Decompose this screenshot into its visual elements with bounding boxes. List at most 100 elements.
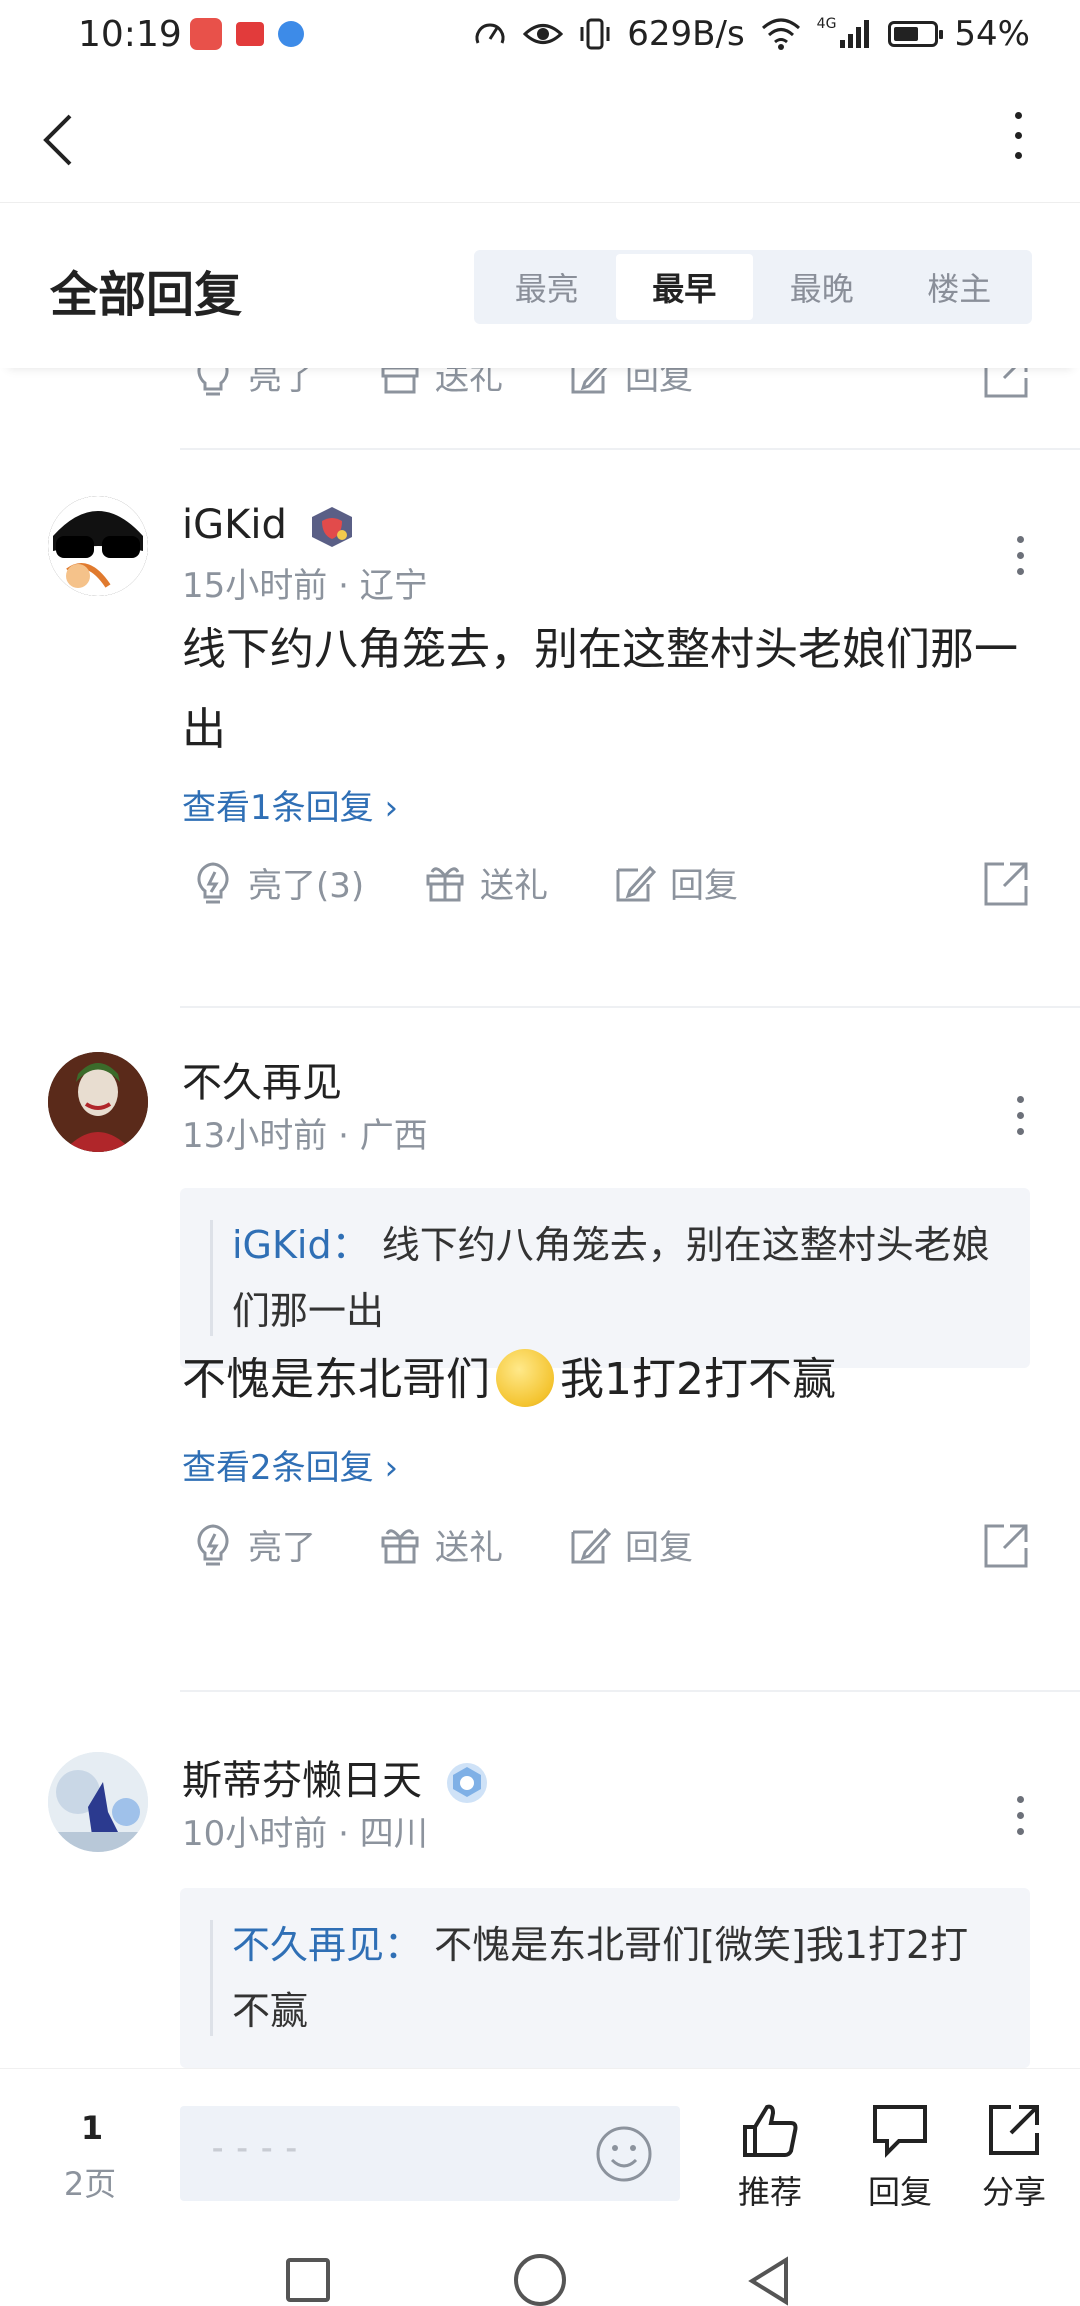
comment-feed: 亮了 送礼 回复 iGKid 15小时前 · 辽宁 线下约八角笼去，别在这整村头… <box>0 368 1080 2068</box>
username[interactable]: 斯蒂芬懒日天 <box>182 1748 493 1807</box>
comment-meta: 13小时前 · 广西 <box>182 1108 428 1157</box>
gift-icon <box>381 1528 419 1563</box>
reply-bottom-button[interactable]: 回复 <box>868 2099 932 2213</box>
lightbulb-icon <box>197 861 229 903</box>
view-replies-link[interactable]: 查看2条回复 › <box>182 1440 398 1489</box>
gift-button[interactable]: 送礼 <box>422 858 548 907</box>
like-button[interactable]: 亮了 <box>190 1520 316 1569</box>
bottom-bar: 1 2页 ⁃ ⁃ ⁃ ⁃ 推荐 回复 分享 <box>0 2068 1080 2219</box>
comment-region: 四川 <box>359 1814 428 1854</box>
wifi-icon <box>761 18 800 50</box>
tab-latest[interactable]: 最晚 <box>753 254 891 320</box>
partial-like-button[interactable]: 亮了 <box>190 368 316 399</box>
quoted-reply[interactable]: 不久再见： 不愧是东北哥们[微笑]我1打2打不赢 <box>180 1888 1030 2068</box>
partial-share-icon[interactable] <box>980 368 1032 402</box>
comment-region: 广西 <box>359 1116 428 1156</box>
meta-separator: · <box>338 1116 360 1156</box>
comment-content: 线下约八角笼去，别在这整村头老娘们那一出 <box>182 624 1018 755</box>
replies-header: 全部回复 最亮 最早 最晚 楼主 <box>0 203 1080 368</box>
comment-more-icon[interactable] <box>1010 1096 1030 1135</box>
divider <box>180 1006 1080 1008</box>
gift-label: 送礼 <box>435 1528 503 1568</box>
comment-text-part2: 我1打2打不赢 <box>560 1354 836 1405</box>
comment-time: 15小时前 <box>182 566 328 606</box>
partial-reply-button[interactable]: 回复 <box>567 368 693 399</box>
smile-emoji-icon <box>496 1349 554 1407</box>
battery-level: 54% <box>954 14 1030 54</box>
share-icon[interactable] <box>980 858 1032 910</box>
page-current[interactable]: 1 <box>62 2109 122 2147</box>
gift-label: 送礼 <box>480 866 548 906</box>
vibrate-icon <box>580 18 610 50</box>
view-replies-label: 查看1条回复 <box>182 788 374 828</box>
back-nav-icon[interactable] <box>744 2256 794 2306</box>
recommend-button[interactable]: 推荐 <box>738 2099 802 2213</box>
lightbulb-icon <box>197 368 229 395</box>
comment-icon <box>873 2105 927 2158</box>
home-nav-icon[interactable] <box>514 2254 566 2306</box>
status-right: 629B/s 4G 54% <box>473 14 1030 54</box>
comment-more-icon[interactable] <box>1010 536 1030 575</box>
reply-input-placeholder: ⁃ ⁃ ⁃ ⁃ <box>210 2134 299 2169</box>
username[interactable]: iGKid <box>182 502 356 549</box>
divider <box>180 1690 1080 1692</box>
emoji-icon[interactable] <box>594 2124 654 2184</box>
lightbulb-icon <box>197 1523 229 1565</box>
book-app-icon <box>236 22 264 46</box>
username-text: 斯蒂芬懒日天 <box>182 1758 422 1804</box>
battery-icon <box>888 21 944 47</box>
network-type: 4G <box>816 16 837 32</box>
partial-gift-button[interactable]: 送礼 <box>377 368 503 399</box>
comment-time: 13小时前 <box>182 1116 328 1156</box>
share-button[interactable]: 分享 <box>982 2099 1046 2213</box>
avatar[interactable] <box>48 1052 148 1152</box>
edit-icon <box>571 368 607 393</box>
partial-reply-label: 回复 <box>625 368 693 398</box>
avatar[interactable] <box>48 1752 148 1852</box>
username-text: iGKid <box>182 502 287 548</box>
network-speed: 629B/s <box>627 14 745 54</box>
like-label: 亮了 <box>248 1528 316 1568</box>
action-row: 亮了(3) 送礼 回复 <box>182 858 1032 918</box>
chevron-right-icon: › <box>384 1448 399 1488</box>
avatar-image <box>48 1752 148 1852</box>
reply-button[interactable]: 回复 <box>567 1520 693 1569</box>
recents-nav-icon[interactable] <box>286 2258 330 2302</box>
share-icon[interactable] <box>980 1520 1032 1572</box>
tab-brightest[interactable]: 最亮 <box>478 254 616 320</box>
quoted-username: 不久再见： <box>232 1923 423 1967</box>
divider <box>180 448 1080 450</box>
browser-app-icon <box>278 21 304 47</box>
page-title: 全部回复 <box>50 267 243 323</box>
gift-button[interactable]: 送礼 <box>377 1520 503 1569</box>
reply-bottom-label: 回复 <box>868 2173 933 2211</box>
partial-like-label: 亮了 <box>248 368 316 398</box>
gift-icon <box>381 368 419 393</box>
like-label: 亮了(3) <box>248 866 365 906</box>
meta-separator: · <box>338 1814 360 1854</box>
reply-input[interactable]: ⁃ ⁃ ⁃ ⁃ <box>180 2106 680 2201</box>
avatar[interactable] <box>48 496 148 596</box>
tab-earliest[interactable]: 最早 <box>615 254 753 320</box>
username[interactable]: 不久再见 <box>182 1050 342 1108</box>
huawei-app-icon <box>190 18 222 50</box>
system-nav-bar <box>0 2218 1080 2306</box>
top-nav <box>0 70 1080 203</box>
tab-op-only[interactable]: 楼主 <box>891 254 1029 320</box>
reply-label: 回复 <box>670 866 738 906</box>
comment-region: 辽宁 <box>359 566 428 606</box>
reply-button[interactable]: 回复 <box>612 858 738 907</box>
status-app-icons <box>190 18 304 50</box>
thumbs-up-icon <box>743 2104 798 2157</box>
recommend-label: 推荐 <box>738 2173 803 2211</box>
back-icon[interactable] <box>40 112 76 168</box>
more-options-icon[interactable] <box>1010 112 1026 159</box>
view-replies-link[interactable]: 查看1条回复 › <box>182 780 398 829</box>
partial-action-row: 亮了 送礼 回复 <box>182 368 1032 410</box>
view-replies-label: 查看2条回复 <box>182 1448 374 1488</box>
gift-icon <box>426 866 464 901</box>
status-time: 10:19 <box>78 14 182 55</box>
like-button[interactable]: 亮了(3) <box>190 858 364 907</box>
comment-more-icon[interactable] <box>1010 1796 1030 1835</box>
page-total[interactable]: 2页 <box>50 2159 130 2205</box>
